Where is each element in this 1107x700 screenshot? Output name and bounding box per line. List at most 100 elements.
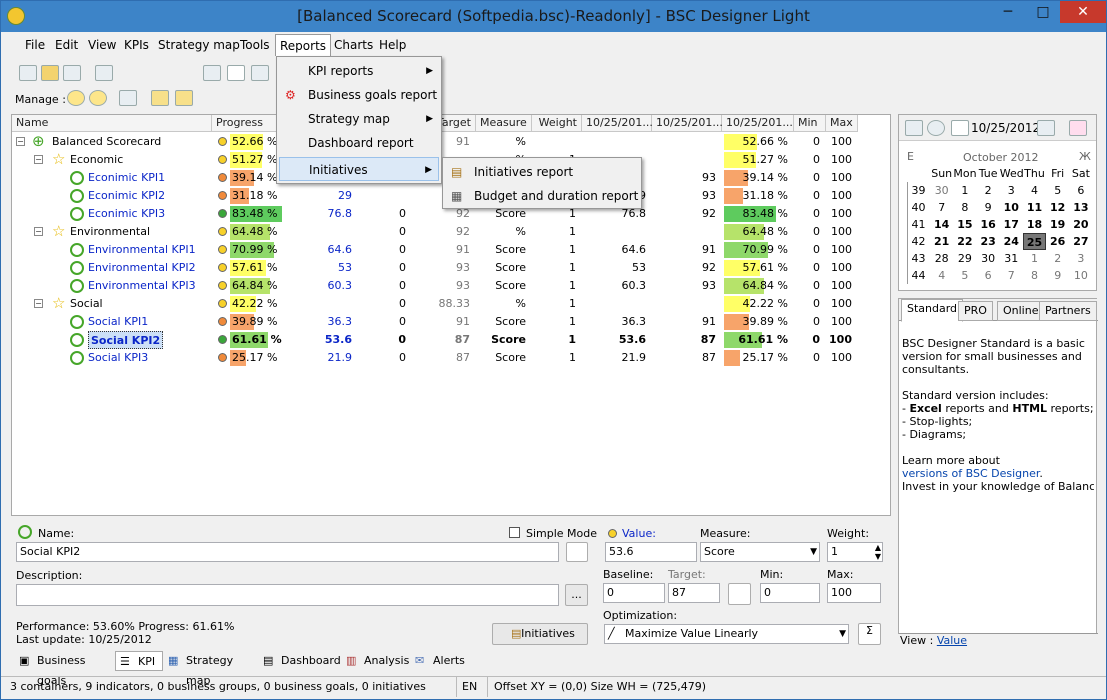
chart-icon[interactable] <box>95 65 113 81</box>
tab-business-goals[interactable]: ▣ Business goals <box>15 651 111 687</box>
calendar-icon[interactable] <box>905 120 923 136</box>
menu-reports[interactable]: Reports <box>275 34 332 56</box>
stepper-arrows-icon[interactable]: ▲ ▼ <box>875 543 881 561</box>
calendar-day[interactable]: 1 <box>953 182 976 199</box>
value-field[interactable]: 53.6 <box>605 542 697 562</box>
calendar-day[interactable]: 13 <box>1069 199 1092 216</box>
initiatives-button[interactable]: ▤ Initiatives <box>492 623 588 645</box>
weight-stepper[interactable]: 1 ▲ ▼ <box>827 542 883 562</box>
menu-item-dashboard-report[interactable]: Dashboard report <box>279 131 439 155</box>
move-down-icon[interactable] <box>175 90 193 106</box>
table-row[interactable]: Environmental KPI1 70.99 % 64.6 0 91 Score 1 64… <box>12 241 892 259</box>
paste-icon[interactable] <box>251 65 269 81</box>
calendar-day[interactable]: 1 <box>1023 250 1046 267</box>
min-field[interactable]: 0 <box>760 583 820 603</box>
gear-icon[interactable] <box>119 90 137 106</box>
calendar-day[interactable]: 12 <box>1046 199 1069 216</box>
next-month-button[interactable]: Ж <box>1079 150 1091 163</box>
move-up-icon[interactable] <box>151 90 169 106</box>
calendar-day[interactable]: 17 <box>1000 216 1023 233</box>
magic-wand-icon[interactable] <box>566 542 588 562</box>
menu-item-kpi-reports[interactable]: KPI reports ▶ <box>279 59 439 83</box>
calendar-day[interactable]: 23 <box>977 233 1000 250</box>
copy-icon[interactable] <box>203 65 221 81</box>
calendar-day[interactable]: 2 <box>977 182 1000 199</box>
menu-strategy-map[interactable]: Strategy map <box>154 34 244 56</box>
view-link[interactable]: Value <box>937 634 967 647</box>
calendar-day[interactable]: 25 <box>1023 233 1046 250</box>
calendar-day[interactable]: 5 <box>953 267 976 284</box>
add-group-icon[interactable] <box>89 90 107 106</box>
calendar-day[interactable]: 7 <box>930 199 953 216</box>
maximize-button[interactable]: □ <box>1026 1 1060 23</box>
cut-icon[interactable] <box>227 65 245 81</box>
tab-standard[interactable]: Standard <box>901 299 964 322</box>
calendar-day[interactable]: 3 <box>1069 250 1092 267</box>
menu-item-strategy-map[interactable]: Strategy map ▶ <box>279 107 439 131</box>
table-row[interactable]: Social KPI2 61.61 % 53.6 0 87 Score 1 53.6 87 61.… <box>12 331 892 349</box>
calendar-day[interactable]: 11 <box>1023 199 1046 216</box>
add-kpi-icon[interactable] <box>67 90 85 106</box>
tab-partners[interactable]: Partners <box>1039 301 1097 321</box>
menu-file[interactable]: File <box>21 34 49 56</box>
expand-toggle[interactable]: − <box>34 155 43 164</box>
calendar-day[interactable]: 28 <box>930 250 953 267</box>
expand-toggle[interactable]: − <box>34 299 43 308</box>
menu-charts[interactable]: Charts <box>330 34 377 56</box>
target-field[interactable]: 87 <box>668 583 720 603</box>
col-weight[interactable]: Weight <box>532 115 582 132</box>
tab-pro[interactable]: PRO <box>958 301 993 321</box>
menu-item-initiatives-report[interactable]: ▤ Initiatives report <box>445 160 639 184</box>
menu-item-business-goals-report[interactable]: ⚙ Business goals report <box>279 83 439 107</box>
col-date-2[interactable]: 10/25/201... <box>652 115 723 132</box>
close-button[interactable]: ✕ <box>1060 1 1106 23</box>
calendar-day[interactable]: 30 <box>977 250 1000 267</box>
table-row[interactable]: − ⊕ Balanced Scorecard 52.66 % 91% 52.66 % 0 10… <box>12 133 892 151</box>
col-date-1[interactable]: 10/25/201... <box>582 115 653 132</box>
tab-analysis[interactable]: ▥ Analysis <box>342 651 412 671</box>
calendar-day[interactable]: 6 <box>977 267 1000 284</box>
expand-toggle[interactable]: − <box>16 137 25 146</box>
calendar-day[interactable]: 14 <box>930 216 953 233</box>
calendar-day[interactable]: 29 <box>953 250 976 267</box>
table-row[interactable]: Environmental KPI2 57.61 % 53 0 93 Score 1 53 92… <box>12 259 892 277</box>
table-row[interactable]: Environmental KPI3 64.84 % 60.3 0 93 Score 1 60… <box>12 277 892 295</box>
calendar-day[interactable]: 22 <box>953 233 976 250</box>
calendar-day[interactable]: 9 <box>1046 267 1069 284</box>
col-date-3[interactable]: 10/25/201... <box>722 115 794 132</box>
max-field[interactable]: 100 <box>827 583 881 603</box>
baseline-field[interactable]: 0 <box>603 583 665 603</box>
calendar-day[interactable]: 10 <box>1069 267 1092 284</box>
tab-dashboard[interactable]: ▤ Dashboard <box>259 651 341 671</box>
calendar-day[interactable]: 2 <box>1046 250 1069 267</box>
calendar-day[interactable]: 20 <box>1069 216 1092 233</box>
col-max[interactable]: Max <box>826 115 858 132</box>
today-icon[interactable] <box>951 120 969 136</box>
calendar-day[interactable]: 3 <box>1000 182 1023 199</box>
description-more-button[interactable]: ... <box>565 584 588 606</box>
table-row[interactable]: − ☆ Environmental 64.48 % 0 92% 1 64.48 % 0 100 <box>12 223 892 241</box>
tab-alerts[interactable]: ✉ Alerts <box>411 651 471 671</box>
col-min[interactable]: Min <box>794 115 826 132</box>
calendar-day[interactable]: 8 <box>1023 267 1046 284</box>
optimization-select[interactable]: ╱ Maximize Value Linearly ▼ <box>604 624 849 644</box>
calendar-day[interactable]: 16 <box>977 216 1000 233</box>
description-field[interactable] <box>16 584 559 606</box>
table-row[interactable]: Social KPI3 25.17 % 21.9 0 87 Score 1 21.9 87 25.… <box>12 349 892 367</box>
minimize-button[interactable]: ─ <box>991 1 1025 23</box>
prev-month-button[interactable]: Ε <box>907 150 914 163</box>
menu-edit[interactable]: Edit <box>51 34 82 56</box>
back-icon[interactable] <box>927 120 945 136</box>
menu-item-initiatives[interactable]: Initiatives ▶ <box>279 157 439 181</box>
calendar-day[interactable]: 8 <box>953 199 976 216</box>
calendar-day[interactable]: 15 <box>953 216 976 233</box>
save-icon[interactable] <box>63 65 81 81</box>
versions-link[interactable]: versions of BSC Designer <box>902 467 1039 480</box>
calendar-day[interactable]: 19 <box>1046 216 1069 233</box>
calendar-day[interactable]: 30 <box>930 182 953 199</box>
menu-item-budget-report[interactable]: ▦ Budget and duration report <box>445 184 639 208</box>
menu-view[interactable]: View <box>84 34 120 56</box>
col-measure[interactable]: Measure <box>476 115 532 132</box>
open-folder-icon[interactable] <box>41 65 59 81</box>
new-file-icon[interactable] <box>19 65 37 81</box>
